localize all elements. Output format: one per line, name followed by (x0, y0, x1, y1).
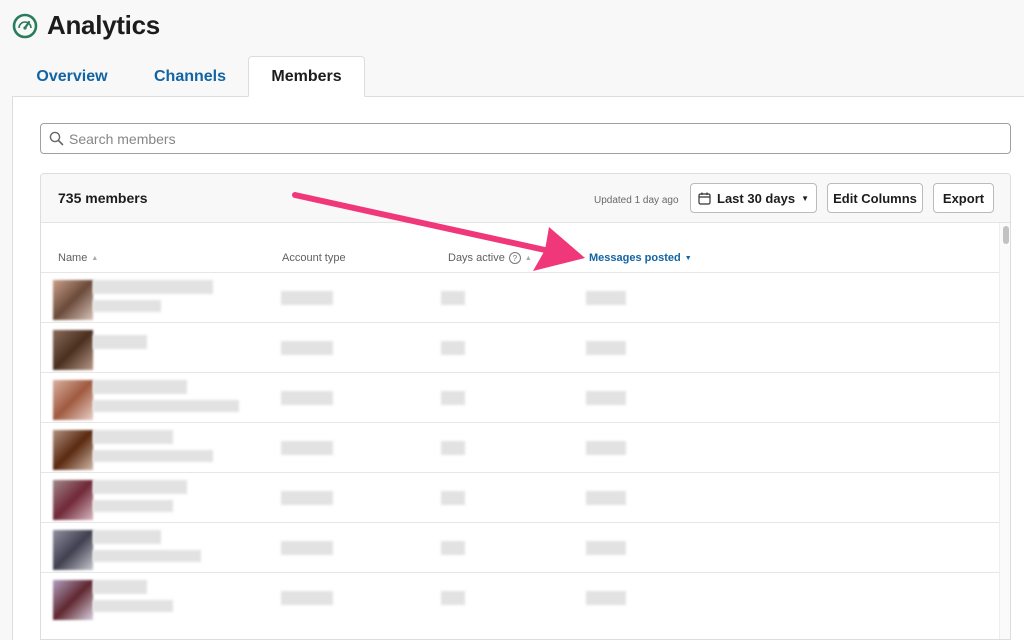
sort-asc-icon: ▲ (524, 254, 532, 262)
tab-channels[interactable]: Channels (150, 56, 230, 97)
avatar (53, 280, 93, 320)
table-row[interactable] (41, 472, 999, 522)
column-label: Account type (282, 252, 346, 264)
avatar (53, 530, 93, 570)
page-title: Analytics (47, 10, 160, 40)
table-row[interactable] (41, 522, 999, 572)
table-row[interactable] (41, 322, 999, 372)
column-label: Days active (448, 252, 505, 264)
table-row[interactable] (41, 372, 999, 422)
scrollbar-thumb[interactable] (1003, 226, 1009, 244)
tab-overview[interactable]: Overview (30, 56, 114, 97)
avatar (53, 380, 93, 420)
table-toolbar: 735 members Updated 1 day ago Last 30 da… (41, 174, 1010, 223)
column-header-name[interactable]: Name ▲ (58, 252, 98, 264)
export-button[interactable]: Export (933, 183, 994, 213)
member-count: 735 members (58, 190, 148, 206)
search-box[interactable] (40, 123, 1011, 154)
search-icon (49, 131, 64, 146)
avatar (53, 330, 93, 370)
tab-bar: Overview Channels Members (12, 56, 1024, 97)
caret-down-icon: ▼ (801, 193, 809, 203)
column-header-account-type[interactable]: Account type (282, 252, 346, 264)
calendar-icon (698, 192, 711, 205)
page-header: Analytics (12, 10, 160, 41)
avatar (53, 580, 93, 620)
table-row[interactable] (41, 422, 999, 472)
date-range-label: Last 30 days (717, 190, 796, 206)
speedometer-icon (12, 13, 38, 38)
column-header-days-active[interactable]: Days active ? ▲ (448, 252, 532, 264)
table-body (41, 272, 999, 622)
sort-asc-icon: ▲ (91, 254, 99, 262)
table-row[interactable] (41, 572, 999, 622)
table-row[interactable] (41, 272, 999, 322)
members-table-card: 735 members Updated 1 day ago Last 30 da… (40, 173, 1011, 640)
column-label: Messages posted (589, 252, 681, 264)
edit-columns-button[interactable]: Edit Columns (827, 183, 923, 213)
search-input[interactable] (69, 130, 969, 147)
avatar (53, 480, 93, 520)
tab-members[interactable]: Members (248, 56, 365, 97)
vertical-scrollbar[interactable] (999, 223, 1010, 639)
avatar (53, 430, 93, 470)
column-label: Name (58, 252, 88, 264)
help-icon[interactable]: ? (508, 252, 521, 264)
sort-desc-icon: ▼ (684, 254, 692, 262)
date-range-button[interactable]: Last 30 days ▼ (690, 183, 817, 213)
column-header-messages-posted[interactable]: Messages posted ▼ (589, 252, 692, 264)
updated-timestamp: Updated 1 day ago (594, 195, 679, 206)
